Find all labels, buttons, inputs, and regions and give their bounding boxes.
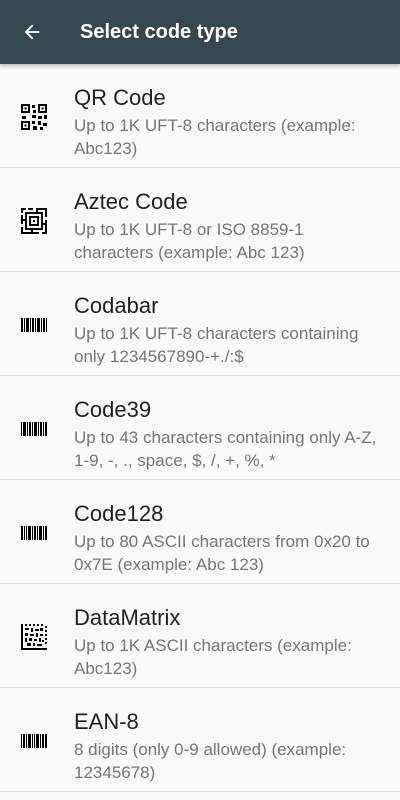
list-item-description: Up to 1K UFT-8 characters (example: Abc1… — [74, 116, 356, 158]
app-bar: Select code type — [0, 0, 400, 64]
code-type-list: QR Code Up to 1K UFT-8 characters (examp… — [0, 64, 400, 792]
list-item-code39[interactable]: Code39 Up to 43 characters containing on… — [0, 376, 400, 480]
barcode-icon — [21, 734, 47, 748]
list-item-title: Aztec Code — [74, 189, 188, 214]
back-button[interactable] — [12, 12, 52, 52]
list-item-title: QR Code — [74, 85, 166, 110]
aztec-code-icon — [21, 208, 47, 234]
data-matrix-icon — [21, 624, 47, 650]
list-item-qr-code[interactable]: QR Code Up to 1K UFT-8 characters (examp… — [0, 64, 400, 168]
list-item-title: Code39 — [74, 397, 152, 422]
qr-code-icon — [21, 104, 47, 130]
list-item-title: Code128 — [74, 501, 164, 526]
list-item-title: Codabar — [74, 293, 159, 318]
list-item-description: Up to 1K UFT-8 characters containing onl… — [74, 324, 359, 366]
arrow-back-icon — [24, 24, 40, 40]
list-item-datamatrix[interactable]: DataMatrix Up to 1K ASCII characters (ex… — [0, 584, 400, 688]
list-item-description: 8 digits (only 0-9 allowed) (example: 12… — [74, 740, 347, 782]
page-title: Select code type — [80, 21, 238, 43]
barcode-icon — [21, 422, 47, 436]
list-item-code128[interactable]: Code128 Up to 80 ASCII characters from 0… — [0, 480, 400, 584]
list-item-codabar[interactable]: Codabar Up to 1K UFT-8 characters contai… — [0, 272, 400, 376]
list-item-description: Up to 80 ASCII characters from 0x20 to 0… — [74, 532, 370, 574]
list-item-description: Up to 1K ASCII characters (example: Abc1… — [74, 636, 352, 678]
list-item-description: Up to 1K UFT-8 or ISO 8859-1 characters … — [74, 220, 305, 262]
list-item-title: EAN-8 — [74, 709, 139, 734]
list-item-aztec-code[interactable]: Aztec Code Up to 1K UFT-8 or ISO 8859-1 … — [0, 168, 400, 272]
select-code-type-screen: Select code type QR Code Up to 1K UFT-8 … — [0, 0, 400, 800]
list-item-ean-8[interactable]: EAN-8 8 digits (only 0-9 allowed) (examp… — [0, 688, 400, 792]
list-item-title: DataMatrix — [74, 605, 181, 630]
barcode-icon — [21, 318, 47, 332]
barcode-icon — [21, 526, 47, 540]
list-item-description: Up to 43 characters containing only A-Z,… — [74, 428, 377, 470]
